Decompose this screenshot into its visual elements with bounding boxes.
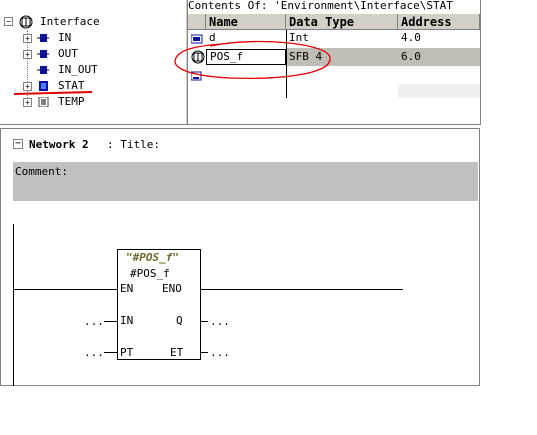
- collapse-icon[interactable]: −: [4, 17, 13, 26]
- network-comment-box[interactable]: Comment:: [13, 162, 478, 201]
- expand-icon[interactable]: +: [23, 98, 32, 107]
- q-param-placeholder[interactable]: ...: [210, 316, 230, 328]
- temp-param-icon: [38, 97, 49, 107]
- power-rail: [13, 224, 14, 386]
- en-rung-line: [13, 289, 117, 290]
- tree-item-temp[interactable]: TEMP: [58, 95, 85, 108]
- column-header-name[interactable]: Name: [206, 14, 286, 30]
- column-header-data-type[interactable]: Data Type: [286, 14, 398, 30]
- tree-item-in[interactable]: IN: [58, 31, 71, 44]
- comment-label: Comment:: [15, 165, 68, 178]
- network-label[interactable]: Network 2: [29, 138, 89, 151]
- block-instance-label[interactable]: "#POS_f": [126, 252, 179, 264]
- row-header-corner: [188, 14, 206, 30]
- red-circle-annotation: [174, 40, 331, 79]
- pin-et-label: ET: [170, 346, 184, 359]
- column-header-address[interactable]: Address: [398, 14, 480, 30]
- pin-q-label: Q: [176, 314, 183, 327]
- pin-eno-label: ENO: [162, 282, 182, 295]
- pin-en-label: EN: [120, 282, 134, 295]
- pin-pt-label: PT: [120, 346, 134, 359]
- cell-address: [398, 68, 480, 84]
- eno-rung-line: [201, 289, 403, 290]
- grid-stripe: [398, 84, 480, 98]
- interface-tree: − Interface + IN + OUT IN_OUT + STAT + T…: [0, 0, 185, 124]
- q-pin-line: [201, 321, 208, 322]
- tree-item-stat[interactable]: STAT: [58, 79, 85, 92]
- out-param-icon: [37, 50, 49, 58]
- contents-header: Contents Of: 'Environment\Interface\STAT: [188, 0, 480, 13]
- tree-item-in-out[interactable]: IN_OUT: [58, 63, 98, 76]
- network-title[interactable]: : Title:: [107, 138, 160, 151]
- in-param-placeholder[interactable]: ...: [84, 316, 104, 328]
- cell-address: 4.0: [401, 31, 421, 44]
- et-param-placeholder[interactable]: ...: [210, 347, 230, 359]
- in-pin-line: [104, 321, 117, 322]
- expand-icon[interactable]: +: [23, 82, 32, 91]
- expand-icon[interactable]: +: [23, 50, 32, 59]
- inout-param-icon: [37, 66, 49, 74]
- tree-item-out[interactable]: OUT: [58, 47, 78, 60]
- et-pin-line: [201, 352, 208, 353]
- expand-icon[interactable]: +: [23, 34, 32, 43]
- network-collapse-icon[interactable]: −: [13, 139, 23, 149]
- interface-icon: [19, 15, 33, 29]
- sfb-function-block[interactable]: "#POS_f" #POS_f EN ENO IN Q PT ET: [117, 249, 201, 360]
- in-param-icon: [37, 34, 49, 42]
- stat-param-icon: [39, 81, 48, 91]
- block-name-label: #POS_f: [130, 267, 170, 280]
- pt-param-placeholder[interactable]: ...: [84, 347, 104, 359]
- pin-in-label: IN: [120, 314, 134, 327]
- cell-address: 6.0: [401, 50, 421, 63]
- tree-root-label[interactable]: Interface: [40, 15, 100, 28]
- pt-pin-line: [104, 352, 117, 353]
- declaration-table: Name Data Type Address d Int 4.0 POS_f S…: [174, 14, 480, 124]
